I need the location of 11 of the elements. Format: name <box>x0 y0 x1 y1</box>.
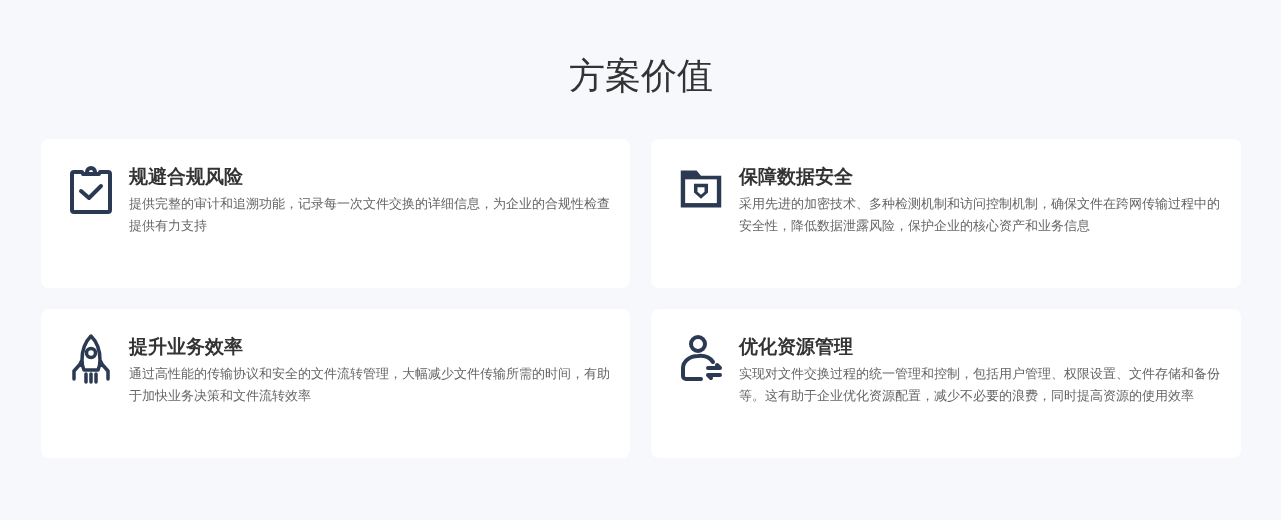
card-title: 优化资源管理 <box>739 334 854 358</box>
card-description: 实现对文件交换过程的统一管理和控制，包括用户管理、权限设置、文件存储和备份等。这有助于企业优化资源配置，减少不必要的浪费，同时提高资源的使用效率 <box>739 365 1221 405</box>
section-heading: 方案价值 <box>567 54 714 98</box>
user-transfer-icon <box>679 334 723 384</box>
card-title: 提升业务效率 <box>128 334 244 358</box>
card-title: 保障数据安全 <box>739 164 854 188</box>
card-title: 规避合规风险 <box>128 164 244 188</box>
clipboard-check-icon <box>68 164 113 214</box>
card-description: 提供完整的审计和追溯功能，记录每一次文件交换的详细信息，为企业的合规性检查提供有力支持 <box>128 195 610 235</box>
card-description: 采用先进的加密技术、多种检测机制和访问控制机制，确保文件在跨网传输过程中的安全性，降低数据泄露风险，保护企业的核心资产和业务信息 <box>739 195 1221 235</box>
card-description: 通过高性能的传输协议和安全的文件流转管理，大幅减少文件传输所需的时间，有助于加快业务决策和文件流转效率 <box>128 365 610 405</box>
